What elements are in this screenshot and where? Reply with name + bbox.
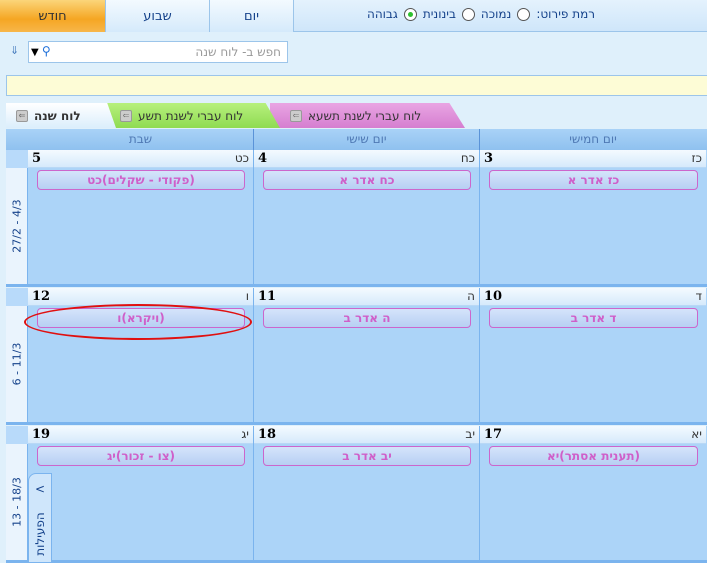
week-range: 13 - 18/3	[10, 477, 23, 527]
day-header: 11 ה	[254, 288, 479, 306]
tab-arrow-icon[interactable]: ⇐	[120, 109, 132, 122]
calendar-event[interactable]: כז אדר א	[489, 170, 698, 190]
tab-hebrew-5770[interactable]: ⇐ לוח עברי לשנת תשע	[100, 103, 280, 128]
tab-arrow-icon[interactable]: ⇐	[16, 109, 28, 122]
calendar-event[interactable]: ד אדר ב	[489, 308, 698, 328]
day-header: 10 ד	[480, 288, 706, 306]
week-row: 6 - 11/3 12 ו (ויקרא)ו 11 ה ה אדר ב 10 ד ד אדר ב	[6, 288, 707, 425]
day-header: 18 יב	[254, 426, 479, 444]
day-header: 12 ו	[28, 288, 253, 306]
day-cell[interactable]: 17 יא (תענית אסתר)יא	[480, 426, 706, 560]
day-number: 4	[258, 151, 268, 166]
week-row: 13 - 18/3 19 יג (צו - זכור)יג 18 יב יב אדר ב 17…	[6, 426, 707, 563]
week-label[interactable]: 6 - 11/3	[6, 306, 28, 422]
month-view-button[interactable]: חודש	[0, 0, 106, 32]
day-number: 10	[484, 289, 503, 304]
tab-label: לוח שנה	[34, 108, 81, 123]
detail-level-label: רמת פירוט:	[536, 7, 595, 21]
day-cell[interactable]: 12 ו (ויקרא)ו	[28, 288, 254, 422]
tab-label: לוח עברי לשנת תשע	[138, 108, 244, 123]
day-number: 17	[484, 427, 503, 442]
week-row: 27/2 - 4/3 5 כט (פקודי - שקלים)כט 4 כח כח אדר …	[6, 150, 707, 287]
hebrew-date: כז	[691, 151, 703, 165]
day-number: 3	[484, 151, 494, 166]
side-tab-label: הפעילות	[33, 512, 47, 556]
week-corner	[6, 150, 28, 168]
week-view-button[interactable]: שבוע	[106, 0, 210, 32]
day-number: 19	[32, 427, 51, 442]
calendar-event[interactable]: ה אדר ב	[263, 308, 471, 328]
column-headers: שבת יום שישי יום חמישי	[6, 129, 707, 150]
calendar-event[interactable]: יב אדר ב	[263, 446, 471, 466]
hebrew-date: ד	[695, 289, 702, 303]
detail-low-radio[interactable]	[517, 7, 531, 21]
dropdown-arrow-icon[interactable]: ▼	[31, 47, 39, 58]
search-icon[interactable]: ⚲	[42, 44, 51, 58]
search-input[interactable]: חפש ב- לוח שנה	[28, 41, 288, 63]
week-range: 6 - 11/3	[10, 342, 23, 386]
calendar-event[interactable]: (ויקרא)ו	[37, 308, 245, 328]
column-header-thursday: יום חמישי	[569, 132, 617, 146]
week-label[interactable]: 27/2 - 4/3	[6, 168, 28, 284]
column-header-friday: יום שישי	[254, 129, 480, 150]
tab-arrow-icon[interactable]: ⇐	[290, 109, 302, 122]
expand-arrow-icon[interactable]: <	[35, 482, 45, 496]
detail-medium-radio[interactable]	[461, 7, 475, 21]
hebrew-date: יא	[691, 427, 702, 441]
day-header: 4 כח	[254, 150, 479, 168]
activities-side-tab[interactable]: < הפעילות	[28, 473, 52, 563]
day-cell[interactable]: 19 יג (צו - זכור)יג	[28, 426, 254, 560]
day-header: 3 כז	[480, 150, 706, 168]
day-header: 5 כט	[28, 150, 253, 168]
tab-hebrew-5771b[interactable]: ⇐ לוח עברי לשנת תשעא	[270, 103, 465, 128]
day-cell[interactable]: 11 ה ה אדר ב	[254, 288, 480, 422]
hebrew-date: יג	[241, 427, 249, 441]
hebrew-date: ו	[245, 289, 249, 303]
day-number: 12	[32, 289, 51, 304]
detail-low-label: נמוכה	[480, 7, 512, 21]
week-corner	[6, 288, 28, 306]
view-toolbar: חודש שבוע יום רמת פירוט: נמוכה בינונית ג…	[0, 0, 707, 32]
hebrew-date: כח	[460, 151, 475, 165]
day-number: 18	[258, 427, 277, 442]
tab-calendar[interactable]: ⇐ לוח שנה	[6, 103, 116, 128]
detail-high-label: גבוהה	[366, 7, 398, 21]
info-bar	[6, 75, 707, 96]
day-cell[interactable]: 5 כט (פקודי - שקלים)כט	[28, 150, 254, 284]
calendar-event[interactable]: כח אדר א	[263, 170, 471, 190]
day-header: 19 יג	[28, 426, 253, 444]
tab-label: לוח עברי לשנת תשעא	[308, 108, 422, 123]
calendar-event[interactable]: (צו - זכור)יג	[37, 446, 245, 466]
day-header: 17 יא	[480, 426, 706, 444]
day-cell[interactable]: 4 כח כח אדר א	[254, 150, 480, 284]
detail-level: רמת פירוט: נמוכה בינונית גבוהה	[367, 7, 595, 21]
day-cell[interactable]: 18 יב יב אדר ב	[254, 426, 480, 560]
day-number: 11	[258, 289, 277, 304]
detail-high-radio[interactable]	[403, 7, 417, 21]
day-number: 5	[32, 151, 42, 166]
day-cell[interactable]: 3 כז כז אדר א	[480, 150, 706, 284]
hebrew-date: ה	[467, 289, 475, 303]
day-view-button[interactable]: יום	[210, 0, 294, 32]
day-cell[interactable]: 10 ד ד אדר ב	[480, 288, 706, 422]
calendar-event[interactable]: (פקודי - שקלים)כט	[37, 170, 245, 190]
column-header-saturday: שבת	[28, 129, 254, 150]
week-label[interactable]: 13 - 18/3	[6, 444, 28, 560]
week-range: 27/2 - 4/3	[10, 199, 23, 253]
calendar-event[interactable]: (תענית אסתר)יא	[489, 446, 698, 466]
search-options[interactable]: ▼ ⚲	[31, 44, 51, 58]
expand-chevron-icon[interactable]: ⇓	[10, 44, 19, 57]
hebrew-date: כט	[234, 151, 249, 165]
hebrew-date: יב	[465, 427, 475, 441]
detail-medium-label: בינונית	[422, 7, 456, 21]
week-corner	[6, 426, 28, 444]
